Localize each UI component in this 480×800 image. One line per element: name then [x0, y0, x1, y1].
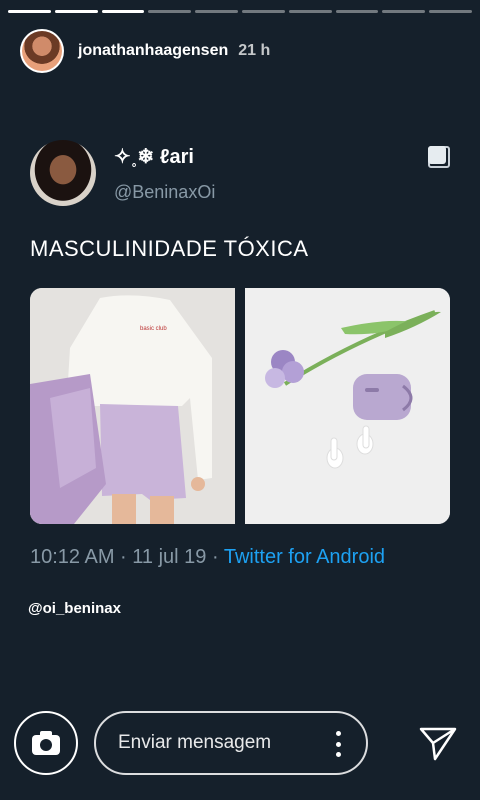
mention-sticker[interactable]: @oi_beninax — [28, 600, 121, 617]
story-progress-segment — [429, 10, 472, 13]
tweet-timestamp: 10:12 AM · 11 jul 19 · — [30, 546, 224, 568]
story-progress-segment — [241, 10, 285, 13]
tweet-handle: @BeninaxOi — [114, 182, 216, 202]
more-vertical-icon[interactable] — [336, 731, 342, 757]
story-progress-segment — [148, 10, 192, 13]
story-username[interactable]: jonathanhaagensen — [78, 42, 228, 60]
story-progress-bar — [8, 10, 472, 13]
message-input[interactable]: Enviar mensagem — [94, 711, 368, 775]
story-progress-segment — [8, 10, 51, 13]
message-placeholder: Enviar mensagem — [118, 732, 272, 753]
camera-button[interactable] — [14, 711, 78, 775]
story-progress-segment — [335, 10, 379, 13]
avatar-image — [22, 31, 62, 71]
send-button[interactable] — [416, 721, 460, 765]
story-progress-segment — [195, 10, 238, 13]
airpods-photo — [245, 288, 450, 524]
tweet-avatar — [30, 140, 96, 206]
reply-bar: Enviar mensagem — [14, 708, 460, 778]
tweet-media: basic club — [30, 288, 450, 524]
tweet-text: MASCULINIDADE TÓXICA — [30, 236, 309, 261]
camera-icon — [32, 731, 60, 755]
tweet-meta: 10:12 AM · 11 jul 19 · Twitter for Andro… — [30, 546, 385, 569]
tweet-source-link[interactable]: Twitter for Android — [224, 546, 385, 568]
story-progress-segment — [288, 10, 332, 13]
story-header: jonathanhaagensen 21 h — [20, 26, 460, 76]
story-time: 21 h — [238, 42, 271, 59]
send-icon — [419, 727, 457, 761]
avatar[interactable] — [20, 29, 64, 73]
copy-icon — [428, 146, 450, 168]
story-progress-segment — [54, 10, 98, 13]
outfit-photo: basic club — [30, 288, 235, 524]
tweet-card[interactable]: ✧˳❄ ℓari @BeninaxOi MASCULINIDADE TÓXICA… — [14, 130, 466, 575]
story-progress-segment — [101, 10, 145, 13]
shirt-text: basic club — [140, 326, 167, 332]
story-progress-segment — [382, 10, 426, 13]
tweet-display-name: ✧˳❄ ℓari — [114, 146, 194, 168]
